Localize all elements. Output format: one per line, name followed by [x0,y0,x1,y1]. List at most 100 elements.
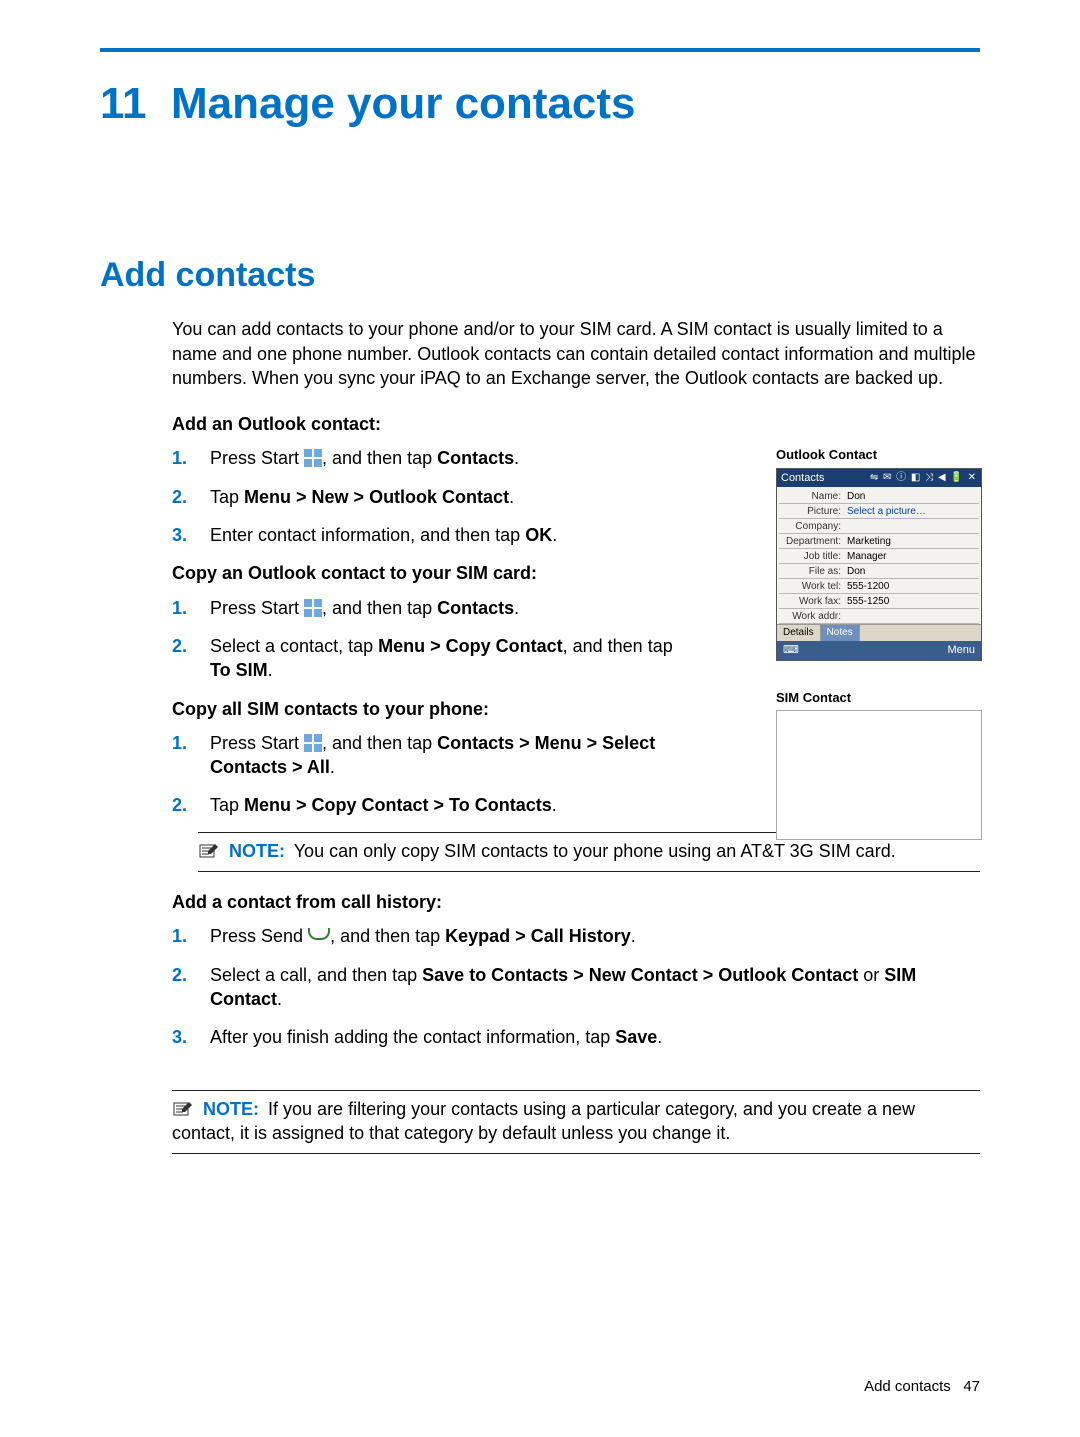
windows-start-icon [304,734,322,752]
device-form-value: Select a picture… [845,505,979,519]
step-item: 2. Tap Menu > Copy Contact > To Contacts… [202,793,680,817]
copy-sim-to-phone-heading: Copy all SIM contacts to your phone: [172,697,680,721]
right-column-illustrations: Outlook Contact Contacts ⇋ ✉ ⓘ ◧ ⤨ ◀ 🔋 ✕… [776,446,980,840]
device-form-label: Job title: [779,550,845,564]
device-form-label: Picture: [779,505,845,519]
step-number: 1. [172,446,187,470]
footer-page-number: 47 [963,1378,980,1395]
step-item: 3. After you finish adding the contact i… [202,1025,980,1049]
device-form-label: File as: [779,565,845,579]
tab-details: Details [777,625,821,641]
device-form-row: Picture:Select a picture… [779,504,979,519]
step-number: 1. [172,596,187,620]
device-form-value: Manager [845,550,979,564]
left-content-column: Add an Outlook contact: 1. Press Start ,… [100,412,680,818]
copy-outlook-to-sim-steps: 1. Press Start , and then tap Contacts. … [172,596,680,683]
device-contact-form: Name:DonPicture:Select a picture…Company… [777,487,981,624]
step-text: Enter contact information, and then tap [210,525,525,545]
section-heading: Add contacts [100,253,980,299]
note-icon [172,1101,194,1119]
step-text-bold: OK [525,525,552,545]
device-form-label: Department: [779,535,845,549]
add-from-call-history-heading: Add a contact from call history: [172,890,980,914]
step-number: 2. [172,485,187,509]
device-soft-keys: ⌨ Menu [777,641,981,660]
device-form-value: Marketing [845,535,979,549]
device-form-row: Job title:Manager [779,549,979,564]
sim-contact-caption: SIM Contact [776,689,980,707]
step-text: . [268,660,273,680]
outlook-contact-screen: Contacts ⇋ ✉ ⓘ ◧ ⤨ ◀ 🔋 ✕ Name:DonPicture… [776,468,982,661]
step-text: , and then tap [563,636,673,656]
device-form-label: Name: [779,490,845,504]
add-outlook-contact-heading: Add an Outlook contact: [172,412,680,436]
device-tab-bar: Details Notes [777,624,981,641]
step-text: Select a contact, tap [210,636,378,656]
device-keyboard-icon: ⌨ [783,643,799,658]
step-text-bold: Menu > Copy Contact [378,636,563,656]
add-from-call-history-steps: 1. Press Send , and then tap Keypad > Ca… [172,924,980,1049]
step-number: 1. [172,924,187,948]
step-number: 1. [172,731,187,755]
step-number: 2. [172,634,187,658]
step-text: Press Start [210,598,304,618]
step-text: . [514,448,519,468]
device-form-row: File as:Don [779,564,979,579]
step-text: . [631,926,636,946]
device-form-label: Company: [779,520,845,534]
document-page: 11 Manage your contacts Add contacts You… [0,0,1080,1437]
step-item: 1. Press Start , and then tap Contacts. [202,596,680,620]
note-label: NOTE: [229,841,285,861]
device-form-row: Department:Marketing [779,534,979,549]
sim-contact-screen [776,710,982,840]
step-text-bold: Save to Contacts > New Contact > Outlook… [422,965,858,985]
device-form-row: Company: [779,519,979,534]
step-text: Press Start [210,733,304,753]
copy-outlook-to-sim-heading: Copy an Outlook contact to your SIM card… [172,561,680,585]
device-form-value: Don [845,490,979,504]
intro-paragraph: You can add contacts to your phone and/o… [172,317,980,390]
step-item: 3. Enter contact information, and then t… [202,523,680,547]
step-item: 1. Press Start , and then tap Contacts >… [202,731,680,780]
step-number: 2. [172,963,187,987]
step-text: Select a call, and then tap [210,965,422,985]
chapter-number: 11 [100,79,147,128]
chapter-title: Manage your contacts [171,79,636,128]
step-text: . [552,525,557,545]
step-text-bold: Save [615,1027,657,1047]
device-form-value: 555-1200 [845,580,979,594]
step-text: , and then tap [322,598,437,618]
note-text: You can only copy SIM contacts to your p… [294,841,896,861]
step-text: . [552,795,557,815]
step-text-bold: Keypad > Call History [445,926,631,946]
windows-start-icon [304,599,322,617]
note-box-category: NOTE: If you are filtering your contacts… [172,1090,980,1155]
send-button-icon [308,928,330,940]
step-number: 3. [172,1025,187,1049]
device-form-row: Work fax:555-1250 [779,594,979,609]
step-text: . [514,598,519,618]
device-form-value: Don [845,565,979,579]
step-text-bold: Menu > Copy Contact > To Contacts [244,795,552,815]
step-text: . [509,487,514,507]
step-item: 1. Press Start , and then tap Contacts. [202,446,680,470]
step-number: 3. [172,523,187,547]
step-number: 2. [172,793,187,817]
step-item: 2. Tap Menu > New > Outlook Contact. [202,485,680,509]
device-title-bar: Contacts ⇋ ✉ ⓘ ◧ ⤨ ◀ 🔋 ✕ [777,469,981,488]
step-text: . [330,757,335,777]
add-outlook-contact-steps: 1. Press Start , and then tap Contacts. … [172,446,680,547]
device-app-title: Contacts [781,471,824,486]
device-form-row: Work tel:555-1200 [779,579,979,594]
step-text: Press Send [210,926,308,946]
step-text: Tap [210,487,244,507]
step-text: After you finish adding the contact info… [210,1027,615,1047]
device-form-row: Name:Don [779,489,979,504]
footer-section-name: Add contacts [864,1378,951,1395]
page-footer: Add contacts 47 [864,1377,980,1397]
copy-sim-to-phone-steps: 1. Press Start , and then tap Contacts >… [172,731,680,818]
step-text: . [657,1027,662,1047]
step-text: Tap [210,795,244,815]
note-text: If you are filtering your contacts using… [172,1099,915,1143]
top-rule [100,48,980,52]
